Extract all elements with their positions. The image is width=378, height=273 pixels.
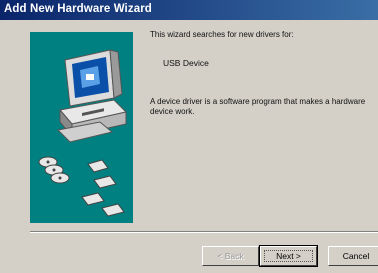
- description-text: A device driver is a software program th…: [150, 97, 366, 116]
- wizard-window: Add New Hardware Wizard This wizard sear…: [0, 0, 378, 273]
- separator-highlight: [30, 232, 378, 233]
- wizard-illustration-panel: [30, 32, 133, 223]
- computer-with-disks-icon: [38, 49, 127, 217]
- window-title: Add New Hardware Wizard: [4, 3, 152, 15]
- title-bar[interactable]: Add New Hardware Wizard: [0, 0, 378, 20]
- device-name: USB Device: [163, 58, 209, 68]
- back-button[interactable]: < Back: [202, 246, 259, 266]
- intro-text: This wizard searches for new drivers for…: [150, 30, 294, 39]
- cancel-button[interactable]: Cancel: [328, 246, 378, 266]
- next-button[interactable]: Next >: [259, 245, 318, 267]
- focus-rect: [264, 250, 313, 262]
